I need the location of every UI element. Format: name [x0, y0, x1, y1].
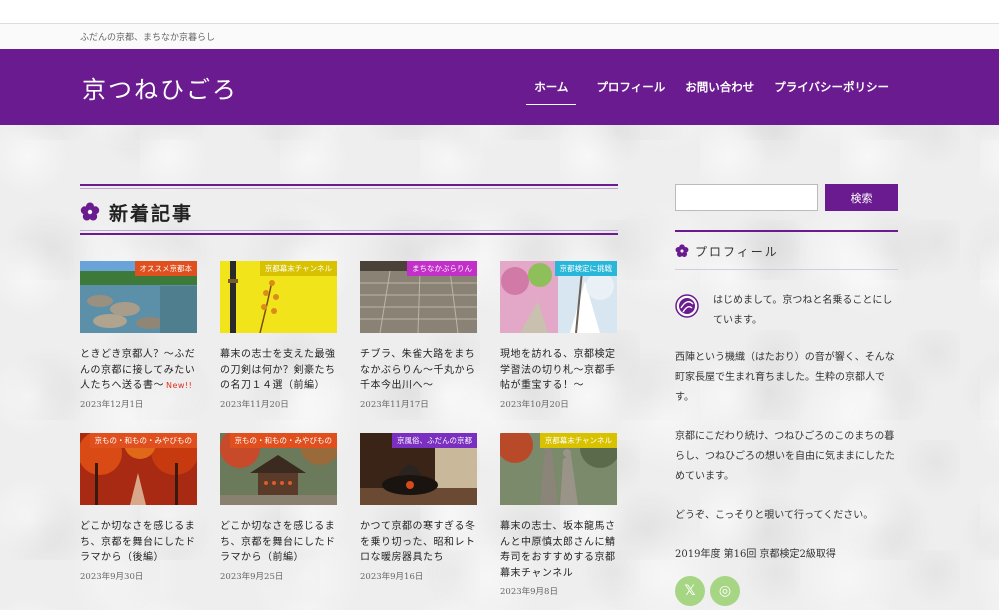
- article-thumbnail[interactable]: 京都検定に挑戦: [500, 261, 617, 333]
- new-badge: New!!: [166, 381, 193, 390]
- category-badge[interactable]: 京都幕末チャンネル: [259, 261, 337, 276]
- search-form: 検索: [675, 184, 898, 211]
- search-button[interactable]: 検索: [825, 184, 898, 211]
- profile-intro: はじめまして。京つねと名乗ることにしています。: [713, 295, 893, 326]
- site-tagline: ふだんの京都、まちなか京暮らし: [80, 33, 216, 43]
- main-content: 新着記事 オススメ京都本 ときどき京都人？〜ふだんの京都に接してみたい人たちへ送…: [80, 184, 618, 597]
- article-thumbnail[interactable]: 京都幕末チャンネル: [500, 433, 617, 505]
- profile-widget-header: プロフィール: [675, 230, 898, 270]
- article-card[interactable]: 京もの・和もの・みやびもの どこか切なさを感じるまち、京都を舞台にしたドラマから…: [80, 433, 197, 582]
- instagram-icon[interactable]: ◎: [710, 576, 740, 606]
- article-card[interactable]: 京もの・和もの・みやびもの どこか切なさを感じるまち、京都を舞台にしたドラマから…: [220, 433, 337, 582]
- site-logo[interactable]: 京つねひごろ: [82, 70, 238, 105]
- flower-icon: [675, 244, 689, 257]
- nav-privacy-policy[interactable]: プライバシーポリシー: [774, 79, 889, 105]
- article-date: 2023年9月30日: [80, 571, 144, 582]
- article-date: 2023年11月17日: [360, 399, 429, 410]
- category-badge[interactable]: 京都検定に挑戦: [554, 261, 617, 276]
- article-title[interactable]: 幕末の志士を支えた最強の刀剣は何か？剣豪たちの名刀１４選（前編）: [220, 347, 337, 394]
- article-card[interactable]: 京都幕末チャンネル 幕末の志士を支えた最強の刀剣は何か？剣豪たちの名刀１４選（前…: [220, 261, 337, 410]
- article-thumbnail[interactable]: 京もの・和もの・みやびもの: [220, 433, 337, 505]
- profile-certification: 2019年度 第16回 京都検定2級取得: [675, 549, 836, 560]
- x-icon[interactable]: 𝕏: [675, 576, 705, 606]
- article-date: 2023年9月25日: [220, 571, 284, 582]
- article-title[interactable]: かつて京都の寒すぎる冬を乗り切った、昭和レトロな暖房器具たち: [360, 519, 477, 566]
- nav-profile[interactable]: プロフィール: [596, 79, 665, 105]
- article-card[interactable]: 京都検定に挑戦 現地を訪れる、京都検定学習法の切り札〜京都手帖が重宝する！〜 2…: [500, 261, 617, 410]
- article-title[interactable]: チブラ、朱雀大路をまちなかぶらりん〜千丸から千本今出川へ〜: [360, 347, 477, 394]
- flower-icon: [80, 202, 100, 221]
- profile-widget-title: プロフィール: [695, 245, 779, 259]
- tagline-bar: ふだんの京都、まちなか京暮らし: [0, 24, 999, 49]
- article-date: 2023年10月20日: [500, 399, 569, 410]
- search-input[interactable]: [675, 184, 818, 211]
- article-date: 2023年9月8日: [500, 587, 558, 597]
- category-badge[interactable]: まちなかぶらりん: [407, 261, 477, 276]
- article-thumbnail[interactable]: 京もの・和もの・みやびもの: [80, 433, 197, 505]
- article-card[interactable]: オススメ京都本 ときどき京都人？〜ふだんの京都に接してみたい人たちへ送る書〜 Ne…: [80, 261, 197, 410]
- profile-paragraph: 西陣という機織（はたおり）の音が響く、そんな町家長屋で生まれ育ちました。生粋の京…: [675, 352, 895, 403]
- profile-paragraph: 京都にこだわり続け、つねひごろのこのまちの暮らし、つねひごろの想いを自由に気まま…: [675, 431, 895, 482]
- article-card[interactable]: まちなかぶらりん チブラ、朱雀大路をまちなかぶらりん〜千丸から千本今出川へ〜 2…: [360, 261, 477, 410]
- article-title[interactable]: どこか切なさを感じるまち、京都を舞台にしたドラマから（前編）: [220, 519, 337, 566]
- article-thumbnail[interactable]: 京都幕末チャンネル: [220, 261, 337, 333]
- profile-paragraph: どうぞ、こっそりと覗いて行ってください。: [675, 510, 874, 521]
- site-header: 京つねひごろ ホーム プロフィール お問い合わせ プライバシーポリシー: [0, 49, 999, 125]
- category-badge[interactable]: 京もの・和もの・みやびもの: [229, 433, 337, 448]
- article-title[interactable]: 現地を訪れる、京都検定学習法の切り札〜京都手帖が重宝する！〜: [500, 347, 617, 394]
- main-nav: ホーム プロフィール お問い合わせ プライバシーポリシー: [526, 79, 889, 105]
- article-date: 2023年9月16日: [360, 571, 424, 582]
- article-title[interactable]: ときどき京都人？〜ふだんの京都に接してみたい人たちへ送る書〜 New!!: [80, 347, 197, 394]
- category-badge[interactable]: 京もの・和もの・みやびもの: [89, 433, 197, 448]
- browser-top-strip: [0, 0, 999, 24]
- category-badge[interactable]: 京風俗、ふだんの京都: [392, 433, 477, 448]
- avatar: [675, 294, 699, 318]
- article-title[interactable]: どこか切なさを感じるまち、京都を舞台にしたドラマから（後編）: [80, 519, 197, 566]
- nav-home[interactable]: ホーム: [526, 79, 577, 105]
- article-thumbnail[interactable]: オススメ京都本: [80, 261, 197, 333]
- article-date: 2023年11月20日: [220, 399, 289, 410]
- article-card[interactable]: 京風俗、ふだんの京都 かつて京都の寒すぎる冬を乗り切った、昭和レトロな暖房器具た…: [360, 433, 477, 582]
- section-header: 新着記事: [80, 184, 618, 235]
- nav-contact[interactable]: お問い合わせ: [685, 79, 754, 105]
- article-thumbnail[interactable]: 京風俗、ふだんの京都: [360, 433, 477, 505]
- category-badge[interactable]: オススメ京都本: [134, 261, 197, 276]
- article-date: 2023年12月1日: [80, 399, 144, 410]
- category-badge[interactable]: 京都幕末チャンネル: [539, 433, 617, 448]
- article-title[interactable]: 幕末の志士、坂本龍馬さんと中原慎太郎さんに鯖寿司をおすすめする京都幕末チャンネル: [500, 519, 617, 581]
- article-thumbnail[interactable]: まちなかぶらりん: [360, 261, 477, 333]
- article-card[interactable]: 京都幕末チャンネル 幕末の志士、坂本龍馬さんと中原慎太郎さんに鯖寿司をおすすめす…: [500, 433, 617, 597]
- section-title: 新着記事: [109, 203, 194, 225]
